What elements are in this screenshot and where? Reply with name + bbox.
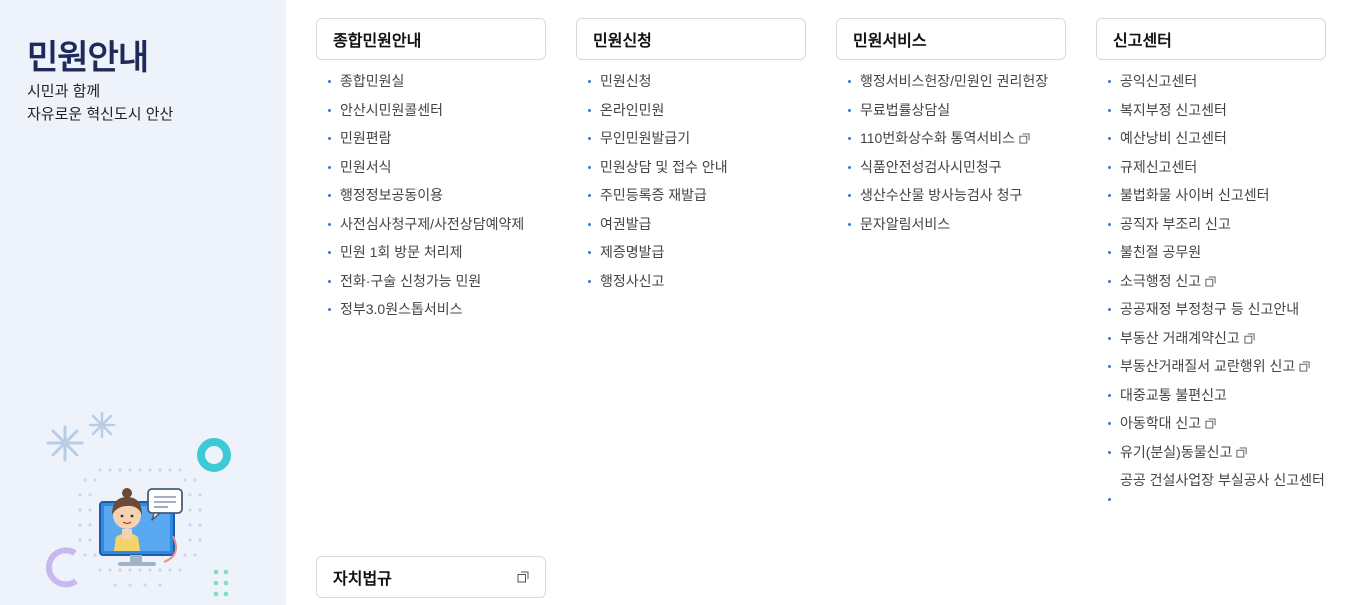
list-item[interactable]: 민원 1회 방문 처리제 bbox=[316, 243, 546, 262]
list-item[interactable]: 여권발급 bbox=[576, 215, 806, 234]
list-item[interactable]: 생산수산물 방사능검사 청구 bbox=[836, 186, 1066, 205]
external-link-icon bbox=[1244, 332, 1255, 344]
category-heading: 민원서비스 bbox=[853, 33, 927, 50]
external-link-icon bbox=[1299, 361, 1310, 372]
list-item[interactable]: 정부3.0원스톱서비스 bbox=[316, 300, 546, 319]
link-list: 행정서비스헌장/민원인 권리헌장 무료법률상담실 110번화상수화 통역서비스 … bbox=[836, 72, 1066, 234]
list-item-label: 부동산 거래계약신고 bbox=[1120, 329, 1240, 346]
external-link-icon bbox=[1236, 446, 1247, 458]
link-list: 종합민원실 안산시민원콜센터 민원편람 민원서식 행정정보공동이용 사전심사청구… bbox=[316, 72, 546, 319]
list-item[interactable]: 민원신청 bbox=[576, 72, 806, 91]
list-item-external[interactable]: 부동산 거래계약신고 bbox=[1096, 329, 1326, 348]
list-item-label: 소극행정 신고 bbox=[1120, 272, 1202, 289]
external-link-icon bbox=[1205, 418, 1216, 429]
list-item[interactable]: 식품안전성검사시민청구 bbox=[836, 158, 1066, 177]
list-item[interactable]: 제증명발급 bbox=[576, 243, 806, 262]
link-list: 민원신청 온라인민원 무인민원발급기 민원상담 및 접수 안내 주민등록증 재발… bbox=[576, 72, 806, 291]
list-item[interactable]: 주민등록증 재발급 bbox=[576, 186, 806, 205]
category-box-general-civil-info[interactable]: 종합민원안내 bbox=[316, 18, 546, 60]
list-item-label: 아동학대 신고 bbox=[1120, 415, 1202, 431]
list-item[interactable]: 민원편람 bbox=[316, 129, 546, 148]
list-item-external[interactable]: 부동산거래질서 교란행위 신고 bbox=[1096, 357, 1326, 376]
link-list: 공익신고센터 복지부정 신고센터 예산낭비 신고센터 규제신고센터 불법화물 사… bbox=[1096, 72, 1326, 501]
list-item[interactable]: 공공재정 부정청구 등 신고안내 bbox=[1096, 300, 1326, 319]
list-item-external[interactable]: 아동학대 신고 bbox=[1096, 414, 1326, 433]
list-item-label: 110번화상수화 통역서비스 bbox=[860, 130, 1016, 146]
category-box-local-laws[interactable]: 자치법규 bbox=[316, 556, 546, 598]
list-item[interactable]: 공직자 부조리 신고 bbox=[1096, 215, 1326, 234]
list-item[interactable]: 안산시민원콜센터 bbox=[316, 101, 546, 120]
list-item-label: 유기(분실)동물신고 bbox=[1120, 443, 1233, 460]
sidebar-title: 민원안내 bbox=[27, 39, 149, 77]
external-link-icon bbox=[517, 571, 529, 583]
list-item-external[interactable]: 유기(분실)동물신고 bbox=[1096, 443, 1326, 462]
list-item[interactable]: 행정사신고 bbox=[576, 272, 806, 291]
column-civil-application: 민원신청 민원신청 온라인민원 무인민원발급기 민원상담 및 접수 안내 주민등… bbox=[576, 18, 806, 300]
sidebar-subtitle: 시민과 함께 자유로운 혁신도시 안산 bbox=[27, 80, 173, 126]
list-item[interactable]: 대중교통 불편신고 bbox=[1096, 386, 1326, 405]
sidebar-panel: 민원안내 시민과 함께 자유로운 혁신도시 안산 bbox=[0, 0, 286, 605]
list-item[interactable]: 공익신고센터 bbox=[1096, 72, 1326, 91]
category-heading: 민원신청 bbox=[593, 33, 652, 50]
column-local-laws: 자치법규 bbox=[316, 556, 546, 598]
list-item-external[interactable]: 110번화상수화 통역서비스 bbox=[836, 129, 1066, 148]
list-item-external[interactable]: 소극행정 신고 bbox=[1096, 272, 1326, 291]
list-item[interactable]: 종합민원실 bbox=[316, 72, 546, 91]
category-heading: 종합민원안내 bbox=[333, 33, 422, 50]
category-box-civil-services[interactable]: 민원서비스 bbox=[836, 18, 1066, 60]
list-item[interactable]: 민원상담 및 접수 안내 bbox=[576, 158, 806, 177]
list-item[interactable]: 공공 건설사업장 부실공사 신고센터 bbox=[1096, 471, 1326, 501]
list-item[interactable]: 민원서식 bbox=[316, 158, 546, 177]
external-link-icon bbox=[1205, 275, 1216, 287]
list-item[interactable]: 사전심사청구제/사전상담예약제 bbox=[316, 215, 546, 234]
list-item[interactable]: 온라인민원 bbox=[576, 101, 806, 120]
list-item[interactable]: 전화·구술 신청가능 민원 bbox=[316, 272, 546, 291]
category-heading: 자치법규 bbox=[333, 571, 392, 588]
list-item[interactable]: 무인민원발급기 bbox=[576, 129, 806, 148]
list-item[interactable]: 행정정보공동이용 bbox=[316, 186, 546, 205]
category-box-report-center[interactable]: 신고센터 bbox=[1096, 18, 1326, 60]
civil-service-illustration-icon bbox=[45, 411, 231, 597]
list-item[interactable]: 행정서비스헌장/민원인 권리헌장 bbox=[836, 72, 1066, 91]
list-item[interactable]: 문자알림서비스 bbox=[836, 215, 1066, 234]
category-box-civil-application[interactable]: 민원신청 bbox=[576, 18, 806, 60]
list-item[interactable]: 복지부정 신고센터 bbox=[1096, 101, 1326, 120]
column-civil-services: 민원서비스 행정서비스헌장/민원인 권리헌장 무료법률상담실 110번화상수화 … bbox=[836, 18, 1066, 243]
category-heading: 신고센터 bbox=[1113, 33, 1172, 50]
column-general-civil-info: 종합민원안내 종합민원실 안산시민원콜센터 민원편람 민원서식 행정정보공동이용… bbox=[316, 18, 546, 329]
list-item[interactable]: 불친절 공무원 bbox=[1096, 243, 1326, 262]
sidebar-subtitle-line1: 시민과 함께 bbox=[27, 83, 101, 100]
external-link-icon bbox=[1019, 133, 1030, 144]
column-report-center: 신고센터 공익신고센터 복지부정 신고센터 예산낭비 신고센터 규제신고센터 불… bbox=[1096, 18, 1326, 501]
list-item-label: 부동산거래질서 교란행위 신고 bbox=[1120, 358, 1296, 374]
list-item[interactable]: 불법화물 사이버 신고센터 bbox=[1096, 186, 1326, 205]
list-item[interactable]: 예산낭비 신고센터 bbox=[1096, 129, 1326, 148]
list-item[interactable]: 무료법률상담실 bbox=[836, 101, 1066, 120]
sidebar-subtitle-line2: 자유로운 혁신도시 안산 bbox=[27, 106, 174, 123]
list-item[interactable]: 규제신고센터 bbox=[1096, 158, 1326, 177]
